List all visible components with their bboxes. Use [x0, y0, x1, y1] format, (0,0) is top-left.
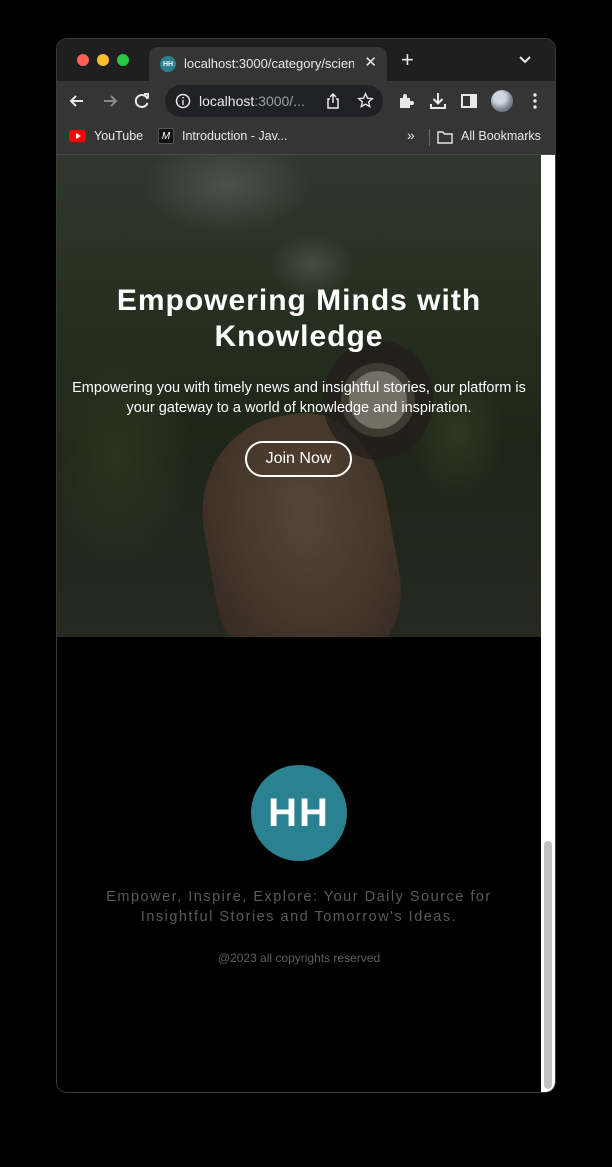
bookmarks-bar: YouTube M Introduction - Jav... » All Bo…	[57, 121, 555, 155]
profile-avatar[interactable]	[491, 90, 513, 112]
tab-active[interactable]: HH localhost:3000/category/science ✕	[149, 47, 387, 81]
hero-section: Empowering Minds with Knowledge Empoweri…	[57, 155, 541, 637]
tab-close-icon[interactable]: ✕	[364, 54, 377, 72]
join-now-button[interactable]: Join Now	[245, 441, 352, 477]
site-favicon-icon: HH	[160, 56, 176, 72]
footer-tagline: Empower, Inspire, Explore: Your Daily So…	[106, 889, 492, 925]
close-window-button[interactable]	[77, 54, 89, 66]
vertical-scrollbar[interactable]	[541, 155, 555, 1092]
hero-subtitle: Empowering you with timely news and insi…	[72, 380, 526, 416]
tab-search-chevron-icon[interactable]	[519, 55, 531, 65]
bookmarks-divider	[429, 129, 430, 146]
all-bookmarks[interactable]: All Bookmarks	[461, 129, 541, 143]
site-info-icon[interactable]	[175, 93, 191, 109]
share-icon[interactable]	[325, 93, 341, 109]
minimize-window-button[interactable]	[97, 54, 109, 66]
bookmarks-overflow-icon[interactable]: »	[407, 127, 415, 143]
tab-strip: HH localhost:3000/category/science ✕ +	[57, 39, 555, 81]
browser-toolbar: localhost:3000/...	[57, 81, 555, 121]
page-viewport: Empowering Minds with Knowledge Empoweri…	[57, 155, 555, 1092]
folder-icon	[437, 131, 453, 144]
youtube-icon	[69, 130, 86, 142]
bookmark-youtube[interactable]: YouTube	[94, 129, 143, 143]
bookmark-star-icon[interactable]	[357, 92, 374, 109]
reload-icon[interactable]	[132, 91, 152, 111]
more-menu-icon[interactable]	[525, 91, 545, 111]
maximize-window-button[interactable]	[117, 54, 129, 66]
url-text[interactable]: localhost:3000/...	[199, 93, 305, 109]
address-bar[interactable]: localhost:3000/...	[165, 85, 383, 117]
tab-title: localhost:3000/category/science	[184, 56, 354, 71]
hero-title: Empowering Minds with Knowledge	[116, 284, 482, 353]
download-icon[interactable]	[428, 91, 448, 111]
url-host: localhost	[199, 93, 255, 109]
url-path: :3000/...	[254, 93, 305, 109]
side-panel-icon[interactable]	[459, 91, 479, 111]
back-arrow-icon[interactable]	[67, 91, 87, 111]
footer-logo[interactable]: HH	[251, 765, 347, 861]
bookmark-introduction[interactable]: Introduction - Jav...	[182, 129, 287, 143]
footer-copyright: @2023 all copyrights reserved	[217, 951, 381, 965]
scrollbar-thumb[interactable]	[544, 841, 552, 1089]
new-tab-button[interactable]: +	[401, 49, 414, 71]
m-logo-icon: M	[158, 128, 174, 144]
browser-window: HH localhost:3000/category/science ✕ + l…	[57, 39, 555, 1092]
forward-arrow-icon[interactable]	[100, 91, 120, 111]
extensions-puzzle-icon[interactable]	[396, 91, 416, 111]
